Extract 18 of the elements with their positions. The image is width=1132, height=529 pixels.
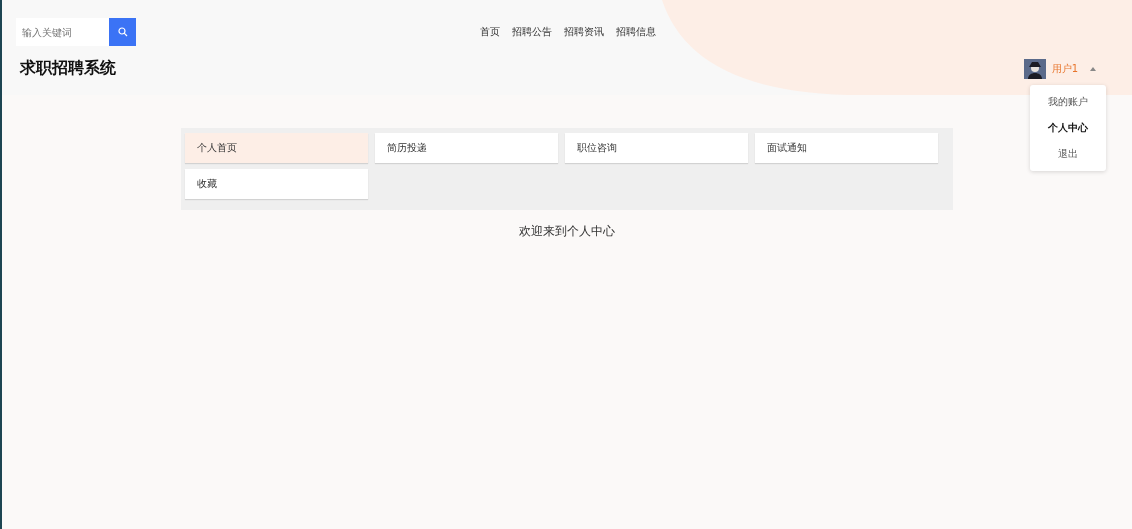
menu-tile[interactable]: 收藏 [185,169,368,199]
nav-link[interactable]: 招聘信息 [616,25,656,39]
menu-item[interactable]: 个人中心 [1030,114,1106,141]
nav-link[interactable]: 招聘资讯 [564,25,604,39]
search-icon [117,27,128,37]
menu-item[interactable]: 我的账户 [1030,88,1106,115]
search-button[interactable] [109,18,136,46]
site-title: 求职招聘系统 [18,58,116,79]
menu-tile[interactable]: 个人首页 [185,133,368,163]
menu-tile[interactable]: 简历投递 [375,133,558,163]
menu-tile[interactable]: 面试通知 [755,133,938,163]
search-field[interactable]: 输入关键词 [16,18,109,46]
welcome-text: 欢迎来到个人中心 [518,223,616,240]
menu-item[interactable]: 退出 [1030,140,1106,167]
caret-icon[interactable] [1090,66,1096,71]
nav-link[interactable]: 首页 [480,25,500,39]
nav-link[interactable]: 招聘公告 [512,25,552,39]
menu-tile[interactable]: 职位咨询 [565,133,748,163]
